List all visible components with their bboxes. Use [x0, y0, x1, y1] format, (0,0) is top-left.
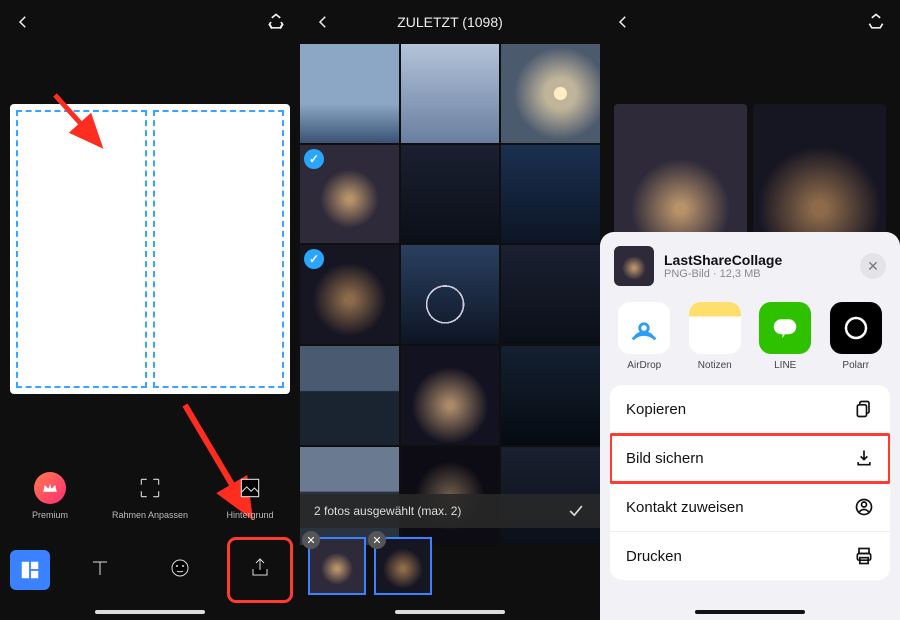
- recycle-icon[interactable]: [866, 12, 886, 32]
- tool-row-labels: Premium Rahmen Anpassen Hintergrund: [0, 472, 300, 520]
- confirm-icon[interactable]: [566, 501, 586, 521]
- phone-share-sheet: LastShareCollage PNG-Bild · 12,3 MB ✕ Ai…: [600, 0, 900, 620]
- photo-thumb[interactable]: [501, 346, 600, 445]
- selected-thumb[interactable]: ✕: [308, 537, 366, 595]
- premium-label: Premium: [32, 510, 68, 520]
- picker-title: ZULETZT (1098): [300, 14, 600, 30]
- photo-thumb[interactable]: [401, 346, 500, 445]
- share-app-notes[interactable]: Notizen: [689, 302, 742, 371]
- home-indicator[interactable]: [95, 610, 205, 614]
- collage-slot-left[interactable]: [16, 110, 147, 388]
- action-copy[interactable]: Kopieren: [610, 385, 890, 434]
- share-subtitle: PNG-Bild · 12,3 MB: [664, 268, 850, 280]
- photo-thumb[interactable]: [300, 346, 399, 445]
- share-app-polarr[interactable]: Polarr: [830, 302, 883, 371]
- background-icon: [234, 472, 266, 504]
- frame-adjust-button[interactable]: Rahmen Anpassen: [110, 472, 190, 520]
- photo-grid: [300, 44, 600, 545]
- photo-thumb[interactable]: [401, 245, 500, 344]
- action-assign-contact[interactable]: Kontakt zuweisen: [610, 483, 890, 532]
- action-print[interactable]: Drucken: [610, 532, 890, 580]
- action-label: Kopieren: [626, 401, 686, 418]
- sticker-button[interactable]: [150, 546, 210, 590]
- background-button[interactable]: Hintergrund: [210, 472, 290, 520]
- tool-row-bottom: [0, 530, 300, 590]
- share-thumb-icon: [614, 246, 654, 286]
- selected-thumbs-row: ✕ ✕: [300, 534, 600, 598]
- line-icon: [759, 302, 811, 354]
- premium-button[interactable]: Premium: [10, 472, 90, 520]
- share-app-label: Notizen: [698, 360, 732, 371]
- photo-thumb[interactable]: [300, 44, 399, 143]
- close-icon[interactable]: ✕: [860, 253, 886, 279]
- selection-status: 2 fotos ausgewählt (max. 2): [300, 494, 600, 528]
- topbar: [0, 0, 300, 44]
- photo-thumb[interactable]: [300, 145, 399, 244]
- share-actions-list: Kopieren Bild sichern Kontakt zuweisen D…: [610, 385, 890, 580]
- download-icon: [854, 448, 874, 468]
- action-label: Kontakt zuweisen: [626, 499, 744, 516]
- recycle-icon[interactable]: [266, 12, 286, 32]
- back-icon[interactable]: [14, 13, 32, 31]
- share-app-label: Polarr: [842, 360, 869, 371]
- photo-thumb[interactable]: [300, 245, 399, 344]
- check-icon: [304, 249, 324, 269]
- share-app-line[interactable]: LINE: [759, 302, 812, 371]
- topbar: ZULETZT (1098): [300, 0, 600, 44]
- topbar: [600, 0, 900, 44]
- background-label: Hintergrund: [226, 510, 273, 520]
- phone-collage-editor: Premium Rahmen Anpassen Hintergrund: [0, 0, 300, 620]
- collage-slot-right[interactable]: [153, 110, 284, 388]
- contact-icon: [854, 497, 874, 517]
- polarr-icon: [830, 302, 882, 354]
- frame-label: Rahmen Anpassen: [112, 510, 188, 520]
- back-icon[interactable]: [614, 13, 632, 31]
- copy-icon: [854, 399, 874, 419]
- check-icon: [304, 149, 324, 169]
- share-sheet-header: LastShareCollage PNG-Bild · 12,3 MB ✕: [600, 232, 900, 296]
- frame-icon: [134, 472, 166, 504]
- selection-status-text: 2 fotos ausgewählt (max. 2): [314, 504, 461, 518]
- action-label: Drucken: [626, 548, 682, 565]
- print-icon: [854, 546, 874, 566]
- share-title: LastShareCollage: [664, 252, 850, 268]
- remove-icon[interactable]: ✕: [368, 531, 386, 549]
- crown-icon: [34, 472, 66, 504]
- home-indicator[interactable]: [395, 610, 505, 614]
- photo-thumb[interactable]: [501, 245, 600, 344]
- phone-photo-picker: ZULETZT (1098) 2 fotos ausgewählt (max. …: [300, 0, 600, 620]
- airdrop-icon: [618, 302, 670, 354]
- action-label: Bild sichern: [626, 450, 704, 467]
- remove-icon[interactable]: ✕: [302, 531, 320, 549]
- photo-thumb[interactable]: [501, 44, 600, 143]
- selected-thumb[interactable]: ✕: [374, 537, 432, 595]
- share-apps-row: AirDrop Notizen LINE Polarr: [600, 296, 900, 385]
- text-button[interactable]: [70, 546, 130, 590]
- share-app-label: AirDrop: [627, 360, 661, 371]
- action-save-image[interactable]: Bild sichern: [610, 434, 890, 483]
- collage-frame: [10, 104, 290, 394]
- share-app-airdrop[interactable]: AirDrop: [618, 302, 671, 371]
- share-app-label: LINE: [774, 360, 796, 371]
- layout-button[interactable]: [10, 550, 50, 590]
- photo-thumb[interactable]: [401, 44, 500, 143]
- share-button[interactable]: [230, 546, 290, 590]
- photo-thumb[interactable]: [501, 145, 600, 244]
- notes-icon: [689, 302, 741, 354]
- share-sheet: LastShareCollage PNG-Bild · 12,3 MB ✕ Ai…: [600, 232, 900, 620]
- photo-thumb[interactable]: [401, 145, 500, 244]
- home-indicator[interactable]: [695, 610, 805, 614]
